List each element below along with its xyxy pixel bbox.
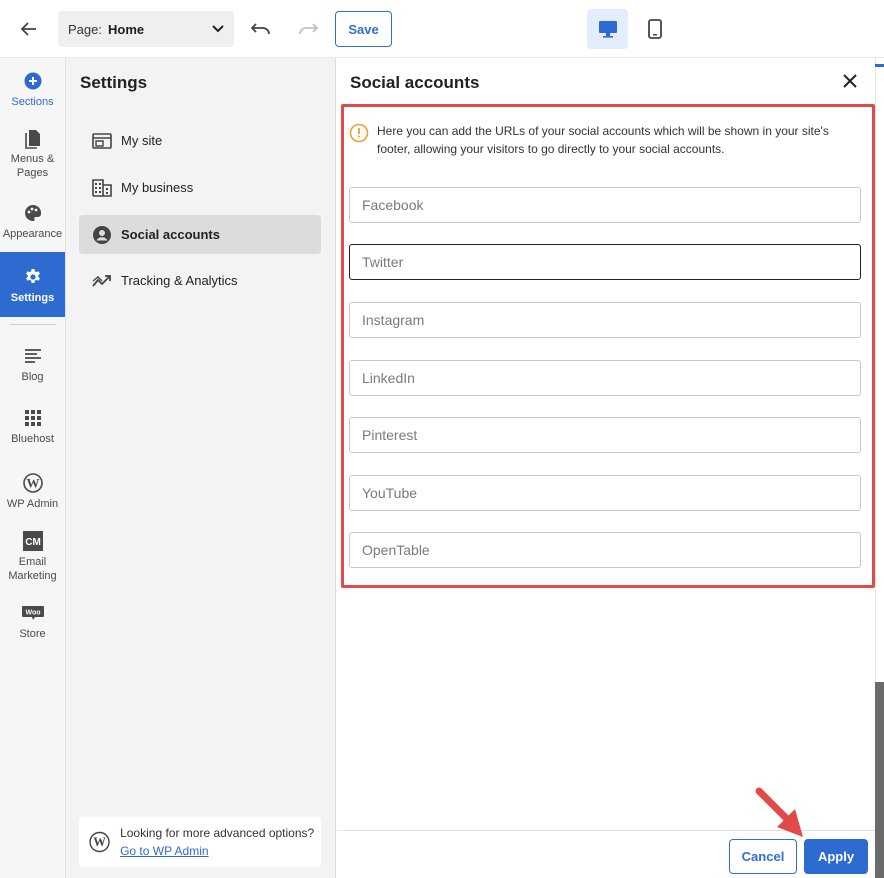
linkedin-field[interactable] [349, 360, 861, 396]
wordpress-icon: W [22, 472, 43, 494]
rail-item-wp-admin[interactable]: W WP Admin [0, 472, 65, 514]
rail-divider [10, 324, 56, 325]
redo-button[interactable] [293, 14, 323, 44]
rail-item-sections[interactable]: Sections [0, 70, 65, 110]
canvas-edge-accent [875, 64, 884, 67]
rail-item-label: Settings [10, 292, 55, 304]
settings-item-my-site[interactable]: My site [79, 121, 321, 160]
mobile-icon [648, 19, 662, 39]
desktop-icon [598, 21, 617, 38]
left-rail: Sections Menus & Pages Appearance Settin… [0, 58, 66, 878]
settings-item-social-accounts[interactable]: Social accounts [79, 215, 321, 254]
rail-item-label: Blog [21, 371, 44, 383]
top-bar: Page: Home Save [0, 0, 884, 58]
settings-item-label: Social accounts [121, 227, 220, 242]
pages-icon [24, 128, 41, 149]
chevron-down-icon [212, 25, 224, 33]
svg-text:Woo: Woo [25, 610, 40, 617]
rail-item-store[interactable]: Woo Store [0, 602, 65, 642]
instagram-field[interactable] [349, 302, 861, 338]
page-select-value: Home [107, 21, 145, 37]
go-to-wp-admin-link[interactable]: Go to WP Admin [120, 844, 208, 858]
rail-item-blog[interactable]: Blog [0, 345, 65, 385]
highlight-box [341, 104, 875, 588]
back-button[interactable] [14, 14, 44, 44]
gear-icon [24, 266, 42, 288]
info-message: Here you can add the URLs of your social… [349, 122, 859, 158]
page-select-label: Page: [68, 21, 102, 37]
opentable-field[interactable] [349, 532, 861, 568]
svg-text:W: W [93, 835, 106, 849]
rail-item-appearance[interactable]: Appearance [0, 202, 65, 242]
rail-item-bluehost[interactable]: Bluehost [0, 407, 65, 447]
svg-text:W: W [26, 476, 39, 491]
info-icon [349, 123, 369, 143]
user-circle-icon [91, 224, 113, 246]
page-select[interactable]: Page: Home [58, 11, 234, 47]
annotation-arrow-icon [755, 787, 803, 837]
mobile-view-button[interactable] [637, 9, 673, 49]
rail-item-email-marketing[interactable]: CM Email Marketing [0, 530, 65, 584]
building-icon [91, 177, 113, 199]
panel-title: Social accounts [350, 73, 480, 92]
blog-icon [24, 345, 42, 367]
close-icon [843, 74, 857, 88]
trend-icon [91, 270, 113, 292]
undo-button[interactable] [246, 14, 276, 44]
settings-item-label: Tracking & Analytics [121, 273, 238, 288]
rail-item-label: Sections [11, 96, 54, 108]
rail-item-label: Store [19, 628, 46, 640]
rail-item-label: Menus & Pages [10, 153, 55, 179]
undo-icon [251, 23, 270, 35]
close-button[interactable] [839, 70, 861, 92]
wp-card-text: Looking for more advanced options? [120, 826, 315, 840]
rail-item-label: WP Admin [6, 498, 59, 510]
woo-icon: Woo [21, 602, 45, 624]
pinterest-field[interactable] [349, 417, 861, 453]
palette-icon [24, 202, 42, 224]
wp-admin-card: W Looking for more advanced options? Go … [79, 817, 321, 867]
settings-item-tracking-analytics[interactable]: Tracking & Analytics [79, 261, 321, 300]
settings-item-label: My business [121, 180, 194, 195]
scrollbar[interactable] [875, 682, 884, 878]
arrow-left-icon [20, 22, 36, 36]
rail-item-menus-pages[interactable]: Menus & Pages [0, 128, 65, 180]
rail-item-label: Bluehost [11, 433, 54, 445]
settings-item-label: My site [121, 133, 163, 148]
rail-item-label: Appearance [2, 228, 63, 240]
facebook-field[interactable] [349, 187, 861, 223]
plus-circle-icon [24, 70, 42, 92]
settings-title: Settings [80, 73, 148, 92]
browser-icon [91, 130, 113, 152]
save-button[interactable]: Save [335, 11, 392, 47]
settings-item-my-business[interactable]: My business [79, 168, 321, 207]
settings-panel: Settings My site My business Social acco… [66, 58, 336, 878]
twitter-field[interactable] [349, 244, 861, 280]
apply-button[interactable]: Apply [804, 839, 868, 874]
info-text: Here you can add the URLs of your social… [377, 124, 829, 156]
rail-item-settings[interactable]: Settings [0, 252, 65, 317]
social-accounts-panel: Social accounts Here you can add the URL… [337, 58, 875, 878]
svg-text:CM: CM [25, 537, 41, 548]
rail-item-label: Email Marketing [8, 556, 57, 582]
redo-icon [299, 23, 318, 35]
wordpress-icon: W [89, 831, 110, 853]
grid-icon [24, 407, 41, 429]
desktop-view-button[interactable] [587, 9, 628, 49]
youtube-field[interactable] [349, 475, 861, 511]
cm-icon: CM [22, 530, 44, 552]
